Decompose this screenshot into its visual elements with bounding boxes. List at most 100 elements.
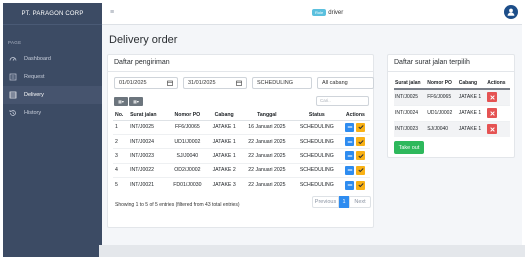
table-toolbar: ▦▾ ▦▾ Cari.. <box>114 96 369 108</box>
grid-icon <box>8 90 18 100</box>
cabang-cell: JATAKE 1 <box>457 120 487 137</box>
history-icon <box>8 108 18 118</box>
cabang-cell: JATAKE 2 <box>207 162 241 178</box>
selected-table: Surat jalan Nomor PO Cabang Actions INT/… <box>394 78 510 137</box>
row-number: 4 <box>113 162 129 178</box>
nav-section-title: PAGE <box>8 40 22 45</box>
date-to-input[interactable]: 31/01/2025 <box>183 77 247 89</box>
check-icon <box>358 183 364 188</box>
sidebar-item-dashboard[interactable]: Dashboard <box>3 50 102 68</box>
cabang-cell: JATAKE 1 <box>207 133 241 149</box>
nomor-po-cell: UD1/J0002 <box>426 104 458 121</box>
delivery-list-card: Daftar pengiriman 01/01/2025 31/01/2025 … <box>107 54 374 228</box>
status-select[interactable]: SCHEDULING <box>252 77 312 89</box>
card-title: Daftar surat jalan terpilih <box>388 55 514 72</box>
date-from-input[interactable]: 01/01/2025 <box>114 77 178 89</box>
close-icon <box>489 127 495 132</box>
user-avatar[interactable] <box>504 5 518 19</box>
sidebar: PT. PARAGON CORP PAGE Dashboard Request … <box>3 3 102 257</box>
column-header[interactable]: Status <box>292 110 341 121</box>
speedometer-icon <box>8 54 18 64</box>
column-header[interactable]: No. <box>113 110 129 121</box>
cabang-cell: JATAKE 1 <box>457 88 487 105</box>
table-row: 3 INT/J0023 SJ/J0040 JATAKE 1 22 Januari… <box>113 148 370 164</box>
view-button[interactable] <box>345 137 355 147</box>
column-header[interactable]: Cabang <box>207 110 241 121</box>
status-cell: SCHEDULING <box>292 148 341 164</box>
view-icon <box>347 169 353 171</box>
column-header: Actions <box>340 110 370 121</box>
brand-name[interactable]: PT. PARAGON CORP <box>3 3 102 25</box>
view-button[interactable] <box>345 151 355 161</box>
column-header[interactable]: Surat jalan <box>128 110 168 121</box>
date-to-value: 31/01/2025 <box>188 80 216 86</box>
close-icon <box>489 95 495 100</box>
filter-row: 01/01/2025 31/01/2025 SCHEDULING All cab… <box>114 77 374 89</box>
top-header: ≡ Role driver <box>102 3 522 25</box>
take-out-button[interactable]: Take out <box>394 141 424 154</box>
nomor-po-cell: UD1/J0002 <box>167 133 208 149</box>
tanggal-cell: 22 Januari 2025 <box>240 133 293 149</box>
nomor-po-cell: SJ/J0040 <box>167 148 208 164</box>
status-cell: SCHEDULING <box>292 133 341 149</box>
view-icon <box>347 126 353 128</box>
column-header[interactable]: Tanggal <box>240 110 293 121</box>
status-cell: SCHEDULING <box>292 119 341 135</box>
export-button[interactable]: ▦▾ <box>114 97 128 106</box>
nomor-po-cell: FD01/J0030 <box>167 177 208 192</box>
calendar-icon[interactable] <box>236 80 242 86</box>
status-cell: SCHEDULING <box>292 162 341 178</box>
sidebar-item-request[interactable]: Request <box>3 68 102 86</box>
view-button[interactable] <box>345 165 355 175</box>
sidebar-item-label: Delivery <box>24 92 44 98</box>
search-input[interactable]: Cari.. <box>316 96 369 106</box>
selected-list-card: Daftar surat jalan terpilih Surat jalan … <box>387 54 515 158</box>
surat-jalan-cell: INT/J0022 <box>128 162 168 178</box>
check-icon <box>358 168 364 173</box>
sidebar-item-delivery[interactable]: Delivery <box>3 86 102 104</box>
view-icon <box>347 155 353 157</box>
user-icon <box>507 8 515 16</box>
role-text: driver <box>328 9 344 16</box>
table-row: 4 INT/J0022 OD2/J0002 JATAKE 2 22 Januar… <box>113 162 370 178</box>
remove-button[interactable] <box>487 92 498 103</box>
surat-jalan-cell: INT/J0021 <box>128 177 168 192</box>
select-button[interactable] <box>356 122 366 132</box>
cabang-select[interactable]: All cabang <box>317 77 374 89</box>
previous-page-button[interactable]: Previous <box>312 196 339 208</box>
sidebar-item-label: Request <box>24 74 45 80</box>
row-number: 1 <box>113 119 129 135</box>
view-button[interactable] <box>345 122 355 132</box>
remove-button[interactable] <box>487 124 498 135</box>
nomor-po-cell: SJ/J0040 <box>426 120 458 137</box>
table-row: INT/J0023 SJ/J0040 JATAKE 1 <box>394 120 510 137</box>
nomor-po-cell: FF6/J0065 <box>426 88 458 105</box>
sidebar-item-history[interactable]: History <box>3 104 102 122</box>
select-button[interactable] <box>356 180 366 190</box>
sidebar-item-label: History <box>24 110 42 116</box>
next-page-button[interactable]: Next <box>349 196 371 208</box>
delivery-table: No. Surat jalan Nomor PO Cabang Tanggal … <box>113 110 370 192</box>
surat-jalan-cell: INT/J0023 <box>394 120 427 137</box>
row-number: 2 <box>113 133 129 149</box>
date-from-value: 01/01/2025 <box>119 80 147 86</box>
page-title: Delivery order <box>109 34 178 46</box>
entries-info: Showing 1 to 5 of 5 entries (filtered fr… <box>115 202 240 208</box>
select-button[interactable] <box>356 165 366 175</box>
hamburger-menu-icon[interactable]: ≡ <box>110 9 114 16</box>
column-visibility-button[interactable]: ▦▾ <box>129 97 143 106</box>
row-number: 3 <box>113 148 129 164</box>
nomor-po-cell: OD2/J0002 <box>167 162 208 178</box>
remove-button[interactable] <box>487 108 498 118</box>
view-button[interactable] <box>345 180 355 190</box>
view-icon <box>347 141 353 143</box>
select-button[interactable] <box>356 137 366 147</box>
column-header[interactable]: Nomor PO <box>167 110 208 121</box>
tanggal-cell: 22 Januari 2025 <box>240 148 293 164</box>
table-row: 5 INT/J0021 FD01/J0030 JATAKE 3 22 Janua… <box>113 177 370 192</box>
calendar-icon[interactable] <box>167 80 173 86</box>
pagination: Previous 1 Next <box>312 196 371 208</box>
page-1-button[interactable]: 1 <box>339 196 349 208</box>
role-badge: Role <box>312 9 327 16</box>
select-button[interactable] <box>356 151 366 161</box>
